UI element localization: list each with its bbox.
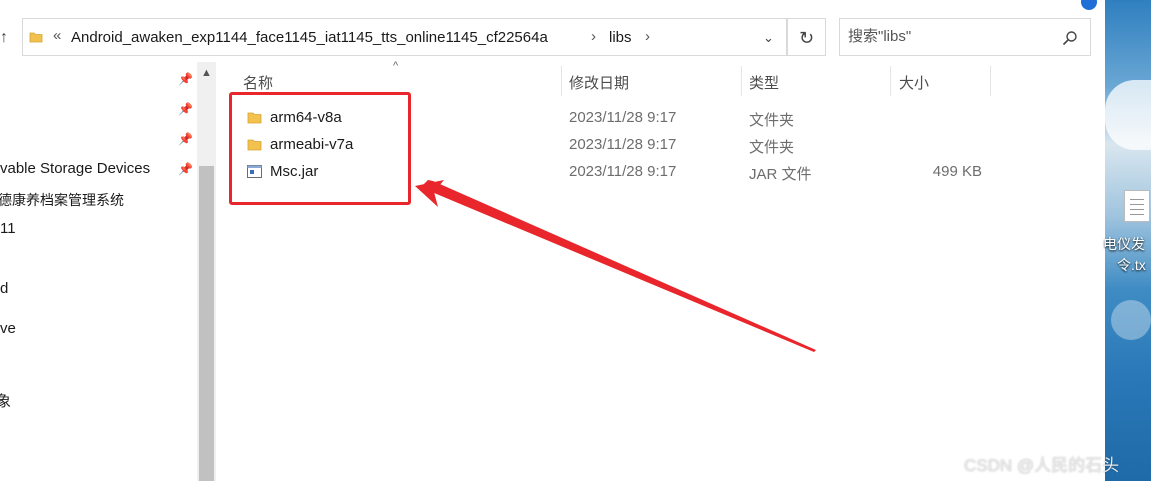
column-divider[interactable]	[890, 66, 891, 96]
pin-icon[interactable]: 📌	[178, 162, 193, 176]
overflow-chevron-icon[interactable]: «	[53, 27, 61, 44]
column-header-name[interactable]: 名称	[243, 72, 273, 93]
pin-icon[interactable]: 📌	[178, 72, 193, 86]
menu-bar	[0, 0, 1105, 12]
column-divider[interactable]	[561, 66, 562, 96]
nav-item-11[interactable]: 11	[0, 220, 16, 237]
text-file-icon[interactable]	[1124, 190, 1150, 222]
file-date: 2023/11/28 9:17	[569, 163, 677, 180]
pin-icon[interactable]: 📌	[178, 132, 193, 146]
file-type: 文件夹	[749, 139, 795, 156]
nav-item-image[interactable]: 象	[0, 390, 11, 411]
nav-scrollbar[interactable]: ▲	[197, 62, 216, 481]
column-divider[interactable]	[741, 66, 742, 96]
column-divider[interactable]	[990, 66, 991, 96]
scroll-up-icon[interactable]: ▲	[197, 62, 216, 84]
search-input[interactable]	[848, 28, 1058, 45]
scrollbar-thumb[interactable]	[199, 166, 214, 481]
breadcrumb-separator-icon[interactable]: ›	[645, 28, 650, 45]
sort-ascending-icon: ^	[393, 60, 399, 72]
pin-icon[interactable]: 📌	[178, 102, 193, 116]
breadcrumb-current[interactable]: libs	[609, 29, 632, 46]
nav-item-ve[interactable]: ve	[0, 320, 16, 337]
file-type: 文件夹	[749, 112, 795, 129]
file-date: 2023/11/28 9:17	[569, 136, 677, 153]
column-header-type[interactable]: 类型	[749, 72, 779, 93]
up-arrow-icon[interactable]: ↑	[0, 27, 14, 49]
breadcrumb-separator-icon[interactable]: ›	[591, 28, 596, 45]
help-icon[interactable]	[1081, 0, 1097, 10]
refresh-button[interactable]: ↻	[787, 18, 826, 56]
breadcrumb-parent[interactable]: Android_awaken_exp1144_face1145_iat1145_…	[71, 29, 548, 46]
desktop-cloud	[1105, 80, 1151, 150]
address-bar[interactable]: « Android_awaken_exp1144_face1145_iat114…	[22, 18, 787, 56]
file-size: 499 KB	[932, 163, 982, 180]
navigation-pane: 📌 📌 📌 📌 vable Storage Devices 德康养档案管理系统 …	[0, 62, 197, 481]
desktop-cloud	[1111, 300, 1151, 340]
desktop-file-label[interactable]: 令.tx	[1117, 255, 1146, 275]
column-header-size[interactable]: 大小	[899, 72, 929, 93]
file-date: 2023/11/28 9:17	[569, 109, 677, 126]
nav-item-removable-storage[interactable]: vable Storage Devices	[0, 160, 150, 177]
file-type: JAR 文件	[749, 166, 812, 183]
search-box[interactable]	[839, 18, 1091, 56]
folder-icon	[29, 32, 43, 43]
nav-item-archive-system[interactable]: 德康养档案管理系统	[0, 190, 124, 210]
watermark: CSDN @人民的石头	[964, 456, 1120, 475]
nav-item-d[interactable]: d	[0, 280, 8, 297]
search-icon[interactable]	[1062, 30, 1078, 46]
column-header-date[interactable]: 修改日期	[569, 72, 629, 93]
annotation-highlight-box	[229, 92, 411, 205]
address-dropdown-button[interactable]: ⌄	[751, 18, 787, 56]
desktop-file-label[interactable]: 电仪发	[1103, 234, 1145, 254]
